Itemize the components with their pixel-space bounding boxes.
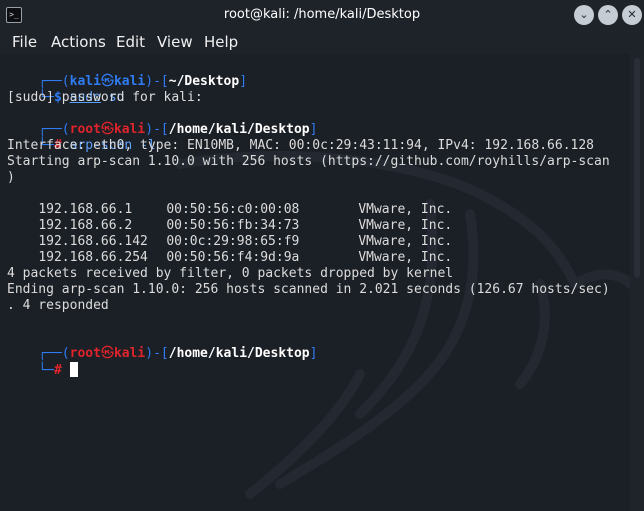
- prompt-line-2: ┌──(root㉿kali)-[/home/kali/Desktop]: [38, 122, 318, 137]
- menu-file[interactable]: File: [12, 33, 37, 51]
- menu-edit[interactable]: Edit: [116, 33, 145, 51]
- output-packets: 4 packets received by filter, 0 packets …: [7, 266, 454, 281]
- vertical-scrollbar[interactable]: [630, 54, 644, 511]
- close-icon: ✕: [627, 8, 637, 21]
- prompt-symbol: #: [53, 363, 62, 378]
- skull-icon: ㉿: [100, 346, 114, 361]
- menu-bar: File Actions Edit View Help: [0, 30, 644, 54]
- command-line-1: └─$ sudo su: [38, 90, 125, 105]
- output-ending-wrap: . 4 responded: [7, 298, 109, 313]
- output-starting: Starting arp-scan 1.10.0 with 256 hosts …: [7, 154, 610, 169]
- minimize-icon: ⌄: [579, 8, 589, 21]
- prompt-line-1: ┌──(kali㉿kali)-[~/Desktop]: [38, 74, 248, 89]
- menu-view[interactable]: View: [157, 33, 193, 51]
- prompt-path: /home/kali/Desktop: [168, 346, 310, 361]
- output-interface: Interface: eth0, type: EN10MB, MAC: 00:0…: [7, 138, 594, 153]
- close-button[interactable]: ✕: [622, 5, 642, 25]
- host-row: 192.168.66.1 00:50:56:c0:00:08 VMware, Inc…: [7, 186, 452, 217]
- prompt-path: ~/Desktop: [168, 74, 240, 89]
- prompt-line-3: ┌──(root㉿kali)-[/home/kali/Desktop]: [38, 346, 318, 361]
- host-ip: 192.168.66.254: [38, 250, 148, 265]
- text-cursor: [69, 362, 78, 377]
- host-vendor: VMware, Inc.: [358, 250, 453, 265]
- window-title: root@kali: /home/kali/Desktop: [223, 7, 421, 22]
- menu-actions[interactable]: Actions: [51, 33, 106, 51]
- host-row: 192.168.66.254 00:50:56:f4:9d:9a VMware, I…: [7, 234, 452, 265]
- command-line-2: └─# arp-scan -l: [38, 138, 156, 153]
- scrollbar-thumb[interactable]: [634, 58, 640, 278]
- command-line-3[interactable]: └─#: [7, 346, 78, 378]
- terminal-output[interactable]: ┌──(kali㉿kali)-[~/Desktop] └─$ sudo su […: [0, 54, 630, 511]
- sudo-password-prompt: [sudo] password for kali:: [7, 90, 203, 105]
- minimize-button[interactable]: ⌄: [574, 5, 594, 25]
- prompt-path: /home/kali/Desktop: [168, 122, 310, 137]
- output-ending: Ending arp-scan 1.10.0: 256 hosts scanne…: [7, 282, 610, 297]
- host-row: 192.168.66.142 00:0c:29:98:65:f9 VMware, I…: [7, 218, 452, 249]
- output-starting-wrap: ): [7, 170, 15, 185]
- menu-help[interactable]: Help: [204, 33, 238, 51]
- host-row: 192.168.66.2 00:50:56:fb:34:73 VMware, Inc…: [7, 202, 452, 233]
- maximize-button[interactable]: ⌃: [598, 5, 618, 25]
- title-bar: >_ root@kali: /home/kali/Desktop ⌄ ⌃ ✕: [0, 0, 644, 30]
- prompt-host: kali: [113, 346, 146, 361]
- maximize-icon: ⌃: [603, 8, 613, 21]
- host-mac: 00:50:56:f4:9d:9a: [166, 250, 300, 265]
